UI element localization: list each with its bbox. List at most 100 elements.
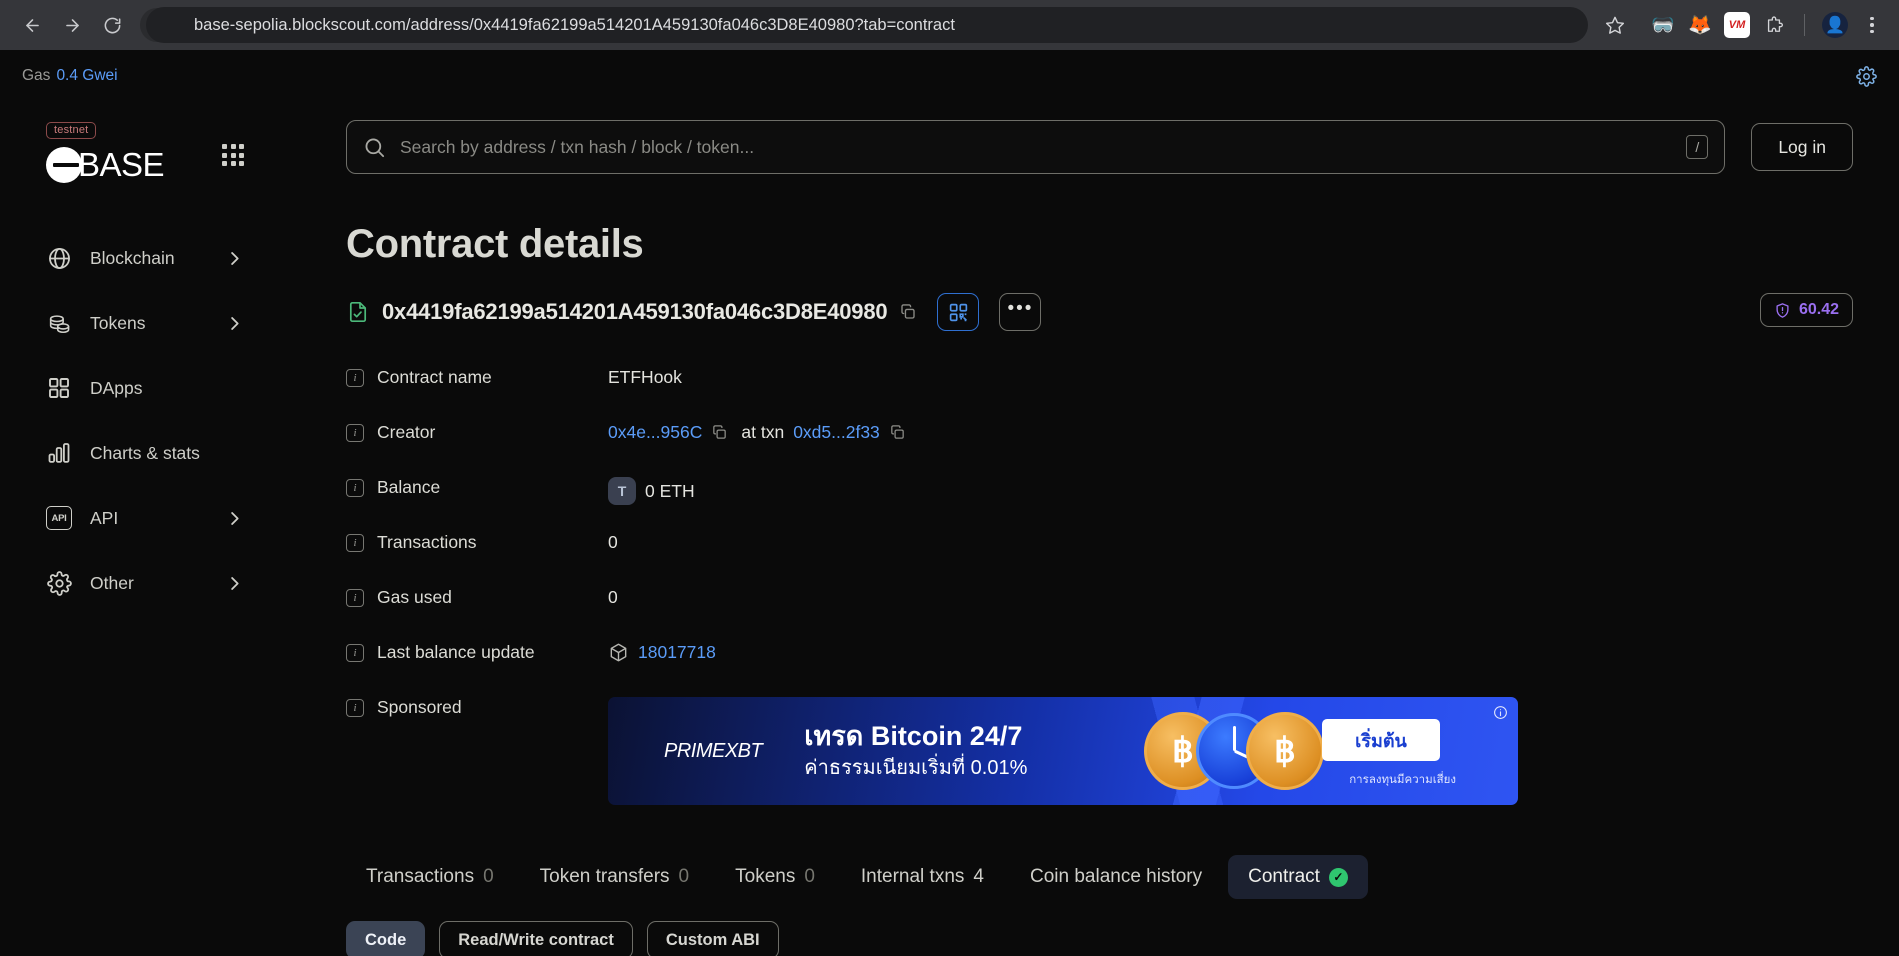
tab-count: 0 (678, 866, 690, 887)
ad-info-icon[interactable] (1493, 705, 1508, 720)
qr-code-icon[interactable] (937, 293, 980, 331)
detail-label-text: Sponsored (377, 697, 462, 717)
tab-label: Tokens (735, 866, 796, 887)
detail-label-text: Transactions (377, 532, 477, 552)
chevron-right-icon (225, 249, 244, 268)
detail-row-last-balance-update: i Last balance update 18017718 (346, 640, 1853, 695)
info-icon[interactable]: i (346, 533, 364, 552)
detail-value: PRIMEXBT เทรด Bitcoin 24/7 ค่าธรรมเนียมเ… (608, 695, 1518, 805)
tab-contract[interactable]: Contract ✓ (1228, 855, 1368, 899)
detail-label: i Balance (346, 475, 608, 498)
ad-cta-button[interactable]: เริ่มต้น (1322, 719, 1440, 761)
brand-logo[interactable]: BASE (46, 146, 244, 184)
goggles-extension-icon[interactable]: 🥽 (1650, 12, 1676, 38)
transactions-value: 0 (608, 532, 618, 552)
creator-address-link[interactable]: 0x4e...956C (608, 422, 702, 443)
api-icon: API (46, 505, 72, 531)
detail-value: ETFHook (608, 365, 682, 388)
detail-label-text: Creator (377, 422, 436, 442)
sidebar-item-label: DApps (90, 377, 143, 398)
sidebar-item-tokens[interactable]: Tokens (0, 291, 290, 356)
security-score-badge[interactable]: 60.42 (1759, 293, 1853, 327)
ad-disclaimer: การลงทุนมีความเสี่ยง (1349, 774, 1456, 786)
info-icon[interactable]: i (346, 698, 364, 717)
detail-row-sponsored: i Sponsored PRIMEXBT เทรด Bitcoin 24/7 ค… (346, 695, 1853, 805)
star-icon[interactable] (1598, 8, 1632, 42)
forward-arrow-icon[interactable] (54, 7, 90, 43)
info-icon[interactable]: i (346, 478, 364, 497)
search-shortcut-key: / (1686, 135, 1709, 159)
token-badge: T (608, 477, 636, 505)
address-row: 0x4419fa62199a514201A459130fa046c3D8E409… (346, 293, 1853, 331)
extensions-puzzle-icon[interactable] (1761, 12, 1787, 38)
sidebar-item-other[interactable]: Other (0, 551, 290, 616)
gas-used-value: 0 (608, 587, 618, 607)
metamask-extension-icon[interactable]: 🦊 (1687, 12, 1713, 38)
profile-avatar-icon[interactable]: 👤 (1822, 12, 1848, 38)
detail-label-text: Gas used (377, 587, 452, 607)
kebab-menu-icon[interactable] (1859, 16, 1885, 34)
detail-label-text: Last balance update (377, 642, 535, 662)
search-row: Search by address / txn hash / block / t… (346, 120, 1853, 174)
detail-label: i Gas used (346, 585, 608, 608)
content-tabs: Transactions 0 Token transfers 0 Tokens … (346, 855, 1853, 899)
coins-icon (46, 310, 72, 336)
chevron-right-icon (225, 574, 244, 593)
subtab-custom-abi[interactable]: Custom ABI (646, 921, 779, 956)
detail-row-creator: i Creator 0x4e...956C at txn 0xd5...2f33 (346, 420, 1853, 475)
sidebar-item-dapps[interactable]: DApps (0, 356, 290, 421)
subtab-code[interactable]: Code (346, 921, 426, 956)
chevron-right-icon (225, 509, 244, 528)
tab-count: 0 (483, 866, 494, 887)
contract-subtabs: Code Read/Write contract Custom ABI (346, 921, 1853, 956)
shield-alert-icon (1774, 302, 1791, 319)
tab-tokens[interactable]: Tokens 0 (715, 855, 835, 899)
copy-icon[interactable] (889, 424, 906, 441)
vm-extension-icon[interactable]: VM (1724, 12, 1750, 38)
tab-count: 4 (973, 866, 984, 887)
tab-coin-balance-history[interactable]: Coin balance history (1010, 855, 1222, 899)
detail-label: i Creator (346, 420, 608, 443)
globe-icon (46, 245, 72, 271)
apps-grid-icon[interactable] (222, 144, 244, 166)
info-icon[interactable]: i (346, 643, 364, 662)
info-icon[interactable]: i (346, 423, 364, 442)
more-options-icon[interactable]: ••• (999, 293, 1042, 331)
sidebar-item-label: API (90, 507, 119, 528)
browser-toolbar: base-sepolia.blockscout.com/address/0x44… (0, 0, 1899, 50)
detail-label-text: Contract name (377, 367, 492, 387)
sidebar-item-api[interactable]: API API (0, 486, 290, 551)
page-root: Gas 0.4 Gwei testnet BASE Blockchain Tok… (0, 50, 1899, 956)
sidebar-item-blockchain[interactable]: Blockchain (0, 226, 290, 291)
sidebar-nav: Blockchain Tokens DApps Charts & stats A… (0, 226, 290, 616)
creation-txn-link[interactable]: 0xd5...2f33 (793, 422, 880, 443)
at-txn-label: at txn (741, 422, 785, 442)
reload-icon[interactable] (94, 7, 130, 43)
search-input[interactable]: Search by address / txn hash / block / t… (346, 120, 1726, 174)
tab-token-transfers[interactable]: Token transfers 0 (520, 855, 709, 899)
contract-name-value: ETFHook (608, 367, 682, 387)
chevron-right-icon (225, 314, 244, 333)
copy-icon[interactable] (711, 424, 728, 441)
tab-internal-txns[interactable]: Internal txns 4 (841, 855, 1004, 899)
url-text: base-sepolia.blockscout.com/address/0x44… (194, 15, 955, 34)
page-title: Contract details (346, 222, 644, 266)
info-icon[interactable]: i (346, 588, 364, 607)
subtab-read-write-contract[interactable]: Read/Write contract (439, 921, 633, 956)
login-button[interactable]: Log in (1751, 123, 1853, 171)
toolbar-divider (1804, 14, 1805, 36)
last-balance-block-link[interactable]: 18017718 (638, 642, 716, 663)
search-placeholder: Search by address / txn hash / block / t… (400, 136, 755, 157)
ad-brand-xbt: XBT (724, 739, 763, 762)
copy-icon[interactable] (899, 303, 917, 321)
details-list: i Contract name ETFHook i Creator 0x4e..… (346, 365, 1853, 805)
info-icon[interactable]: i (346, 368, 364, 387)
tab-transactions[interactable]: Transactions 0 (346, 855, 514, 899)
back-arrow-icon[interactable] (14, 7, 50, 43)
sponsored-ad-banner[interactable]: PRIMEXBT เทรด Bitcoin 24/7 ค่าธรรมเนียมเ… (608, 697, 1518, 805)
address-bar[interactable]: base-sepolia.blockscout.com/address/0x44… (146, 7, 1588, 43)
sidebar-item-charts-stats[interactable]: Charts & stats (0, 421, 290, 486)
sidebar-item-label: Other (90, 572, 134, 593)
verified-contract-icon (346, 300, 370, 324)
detail-value: 18017718 (608, 640, 716, 663)
